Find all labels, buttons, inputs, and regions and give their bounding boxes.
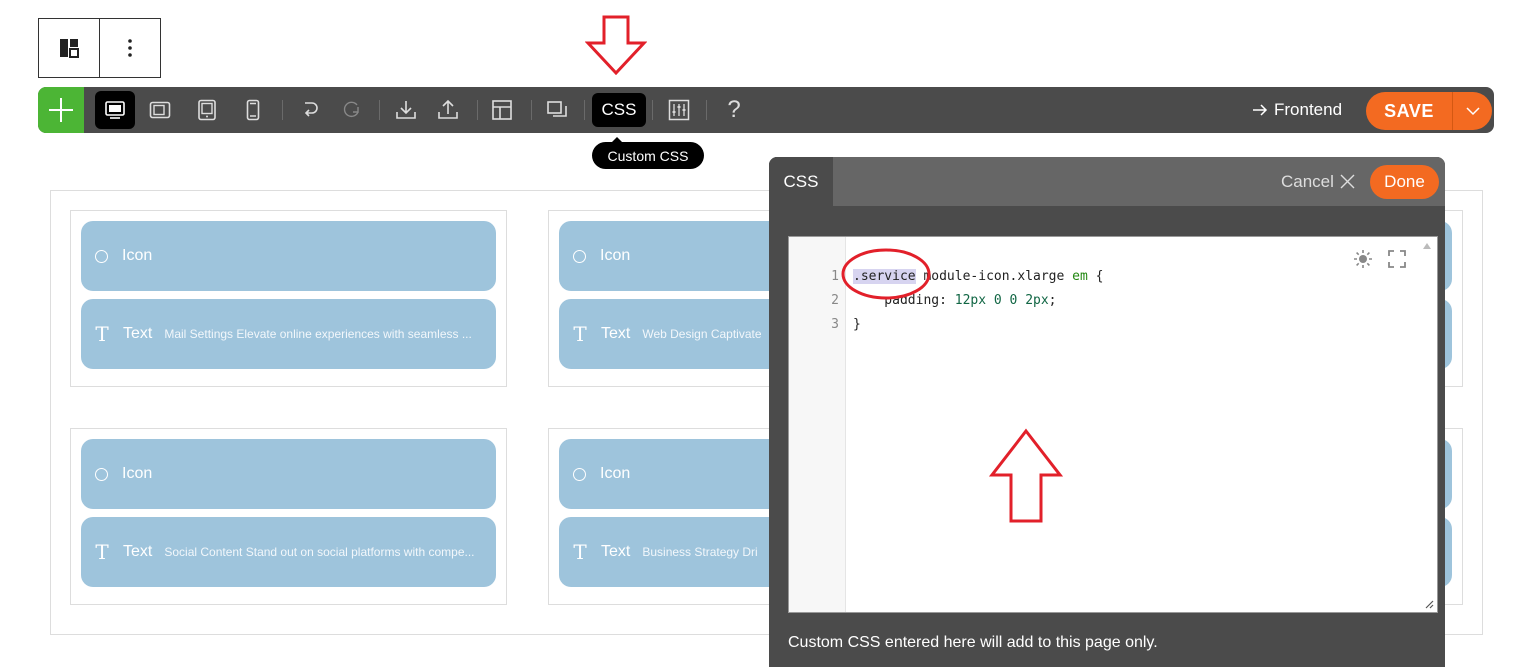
module-label: Icon	[122, 465, 153, 482]
tablet-portrait-icon	[198, 99, 216, 121]
module-label: Text	[601, 325, 631, 342]
editor-tools	[1353, 249, 1407, 269]
text-module[interactable]: T Text Mail Settings Elevate online expe…	[81, 299, 496, 369]
more-vertical-icon	[128, 39, 132, 57]
code-brace: {	[1087, 268, 1104, 284]
cancel-button[interactable]: Cancel	[1281, 157, 1355, 206]
plus-icon	[49, 98, 73, 122]
help-button[interactable]: ?	[722, 95, 746, 125]
theme-sun-icon[interactable]	[1353, 249, 1373, 269]
circle-icon	[573, 249, 586, 263]
code-value: 12px 0 0 2px	[954, 292, 1049, 308]
annotation-circle	[841, 248, 931, 300]
service-card[interactable]: Icon T Text Social Content Stand out on …	[70, 428, 507, 605]
text-type-icon: T	[573, 322, 587, 346]
panel-header: CSS Cancel Done	[769, 157, 1445, 206]
toolbar-divider	[652, 100, 653, 120]
text-type-icon: T	[95, 540, 109, 564]
icon-module[interactable]: Icon	[81, 439, 496, 509]
line-number: 1	[831, 268, 839, 284]
text-preview: Web Design Captivate	[642, 327, 762, 341]
duplicate-screens-icon	[547, 101, 567, 117]
annotation-arrow-up	[989, 428, 1063, 523]
text-preview: Mail Settings Elevate online experiences…	[164, 327, 472, 341]
custom-css-panel: CSS Cancel Done 1 .service module-icon.x…	[769, 157, 1445, 667]
text-type-icon: T	[95, 322, 109, 346]
toolbar-divider	[584, 100, 585, 120]
import-button[interactable]	[386, 91, 426, 129]
toolbar-divider	[477, 100, 478, 120]
module-label: Text	[123, 543, 153, 560]
service-card[interactable]: Icon T Text Mail Settings Elevate online…	[70, 210, 507, 387]
mini-toolbar	[38, 18, 161, 78]
layout-grid-icon	[492, 100, 512, 120]
download-icon	[396, 101, 416, 119]
layouts-button[interactable]	[482, 91, 522, 129]
desktop-icon	[105, 101, 125, 119]
module-label: Icon	[600, 247, 631, 264]
done-button[interactable]: Done	[1370, 165, 1439, 199]
cancel-label: Cancel	[1281, 171, 1334, 191]
line-number: 2	[831, 292, 839, 308]
resize-grip-icon[interactable]	[1424, 599, 1434, 609]
text-type-icon: T	[573, 540, 587, 564]
layout-button[interactable]	[39, 19, 99, 77]
chevron-down-icon	[1465, 106, 1480, 115]
tablet-landscape-view-button[interactable]	[140, 91, 180, 129]
sliders-icon	[668, 99, 690, 121]
close-icon	[1340, 174, 1355, 189]
text-preview: Social Content Stand out on social platf…	[164, 545, 475, 559]
scroll-up-icon[interactable]	[1423, 243, 1431, 249]
code-text: }	[853, 316, 861, 332]
text-module[interactable]: T Text Social Content Stand out on socia…	[81, 517, 496, 587]
responsive-preview-button[interactable]	[537, 91, 577, 129]
mobile-view-button[interactable]	[233, 91, 273, 129]
code-line[interactable]: 3 }	[789, 312, 1429, 336]
tablet-portrait-view-button[interactable]	[187, 91, 227, 129]
annotation-arrow-down	[585, 15, 647, 75]
global-styles-button[interactable]	[659, 91, 699, 129]
fullscreen-icon[interactable]	[1387, 249, 1407, 269]
code-semicolon: ;	[1048, 292, 1057, 308]
module-label: Text	[601, 543, 631, 560]
tab-css[interactable]: CSS	[769, 157, 833, 206]
custom-css-tooltip: Custom CSS	[592, 137, 704, 169]
save-button[interactable]: SAVE	[1366, 92, 1452, 130]
toolbar-divider	[282, 100, 283, 120]
module-label: Icon	[122, 247, 153, 264]
line-number: 3	[831, 316, 839, 332]
desktop-view-button[interactable]	[95, 91, 135, 129]
icon-module[interactable]: Icon	[81, 221, 496, 291]
circle-icon	[95, 249, 108, 263]
circle-icon	[573, 467, 586, 481]
code-selector-rest: module-icon.xlarge	[915, 268, 1073, 284]
custom-css-button[interactable]: CSS	[592, 93, 646, 127]
text-preview: Business Strategy Dri	[642, 545, 758, 559]
arrow-right-icon	[1253, 104, 1268, 116]
frontend-link[interactable]: Frontend	[1252, 87, 1342, 133]
more-options-button[interactable]	[99, 19, 160, 77]
toolbar-divider	[379, 100, 380, 120]
tablet-landscape-icon	[149, 101, 171, 119]
redo-icon	[343, 101, 359, 118]
export-button[interactable]	[428, 91, 468, 129]
upload-icon	[438, 99, 458, 119]
mobile-icon	[246, 99, 260, 121]
toolbar-divider	[531, 100, 532, 120]
save-options-button[interactable]	[1452, 92, 1492, 130]
circle-icon	[95, 467, 108, 481]
layout-icon	[60, 39, 79, 58]
toolbar-divider	[706, 100, 707, 120]
module-label: Icon	[600, 465, 631, 482]
module-label: Text	[123, 325, 153, 342]
undo-icon	[304, 102, 318, 117]
add-button[interactable]	[38, 87, 84, 133]
panel-note: Custom CSS entered here will add to this…	[788, 634, 1158, 651]
code-keyword: em	[1072, 268, 1088, 284]
redo-button[interactable]	[331, 91, 371, 129]
builder-toolbar: CSS ? Frontend SAVE	[38, 87, 1494, 133]
undo-button[interactable]	[290, 91, 330, 129]
frontend-label: Frontend	[1274, 100, 1343, 119]
